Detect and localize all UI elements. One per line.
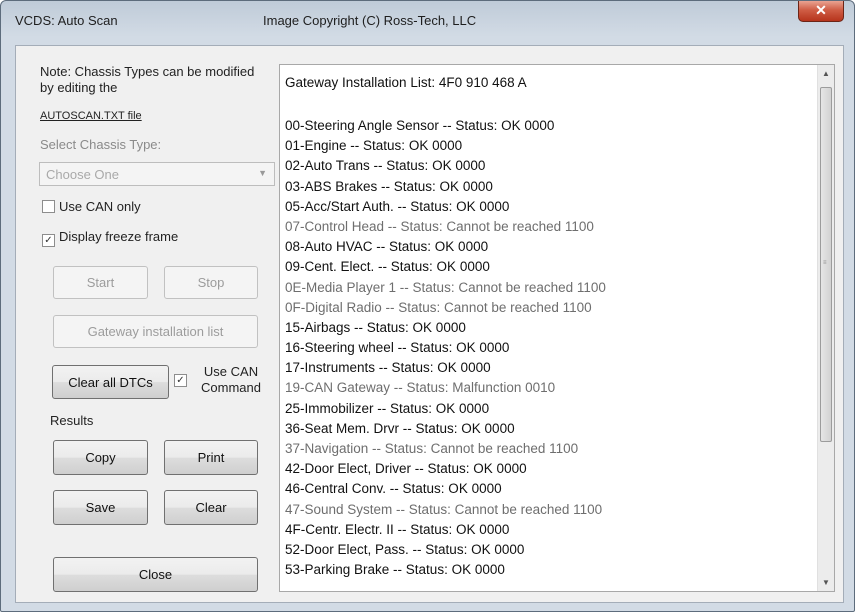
scroll-up-arrow-icon[interactable]: ▲ xyxy=(818,65,834,82)
close-button[interactable]: Close xyxy=(53,557,258,592)
list-item[interactable]: 02-Auto Trans -- Status: OK 0000 xyxy=(285,158,815,178)
chassis-note: Note: Chassis Types can be modified by e… xyxy=(40,64,255,95)
list-item[interactable]: 01-Engine -- Status: OK 0000 xyxy=(285,138,815,158)
results-label: Results xyxy=(50,413,94,428)
list-item[interactable]: 25-Immobilizer -- Status: OK 0000 xyxy=(285,401,815,421)
list-item[interactable]: 03-ABS Brakes -- Status: OK 0000 xyxy=(285,179,815,199)
checkbox-box[interactable] xyxy=(42,200,55,213)
dialog-client-area: Note: Chassis Types can be modified by e… xyxy=(15,45,844,603)
list-item[interactable]: 4F-Centr. Electr. II -- Status: OK 0000 xyxy=(285,522,815,542)
clear-dtcs-label: Clear all DTCs xyxy=(68,374,153,390)
stop-button[interactable]: Stop xyxy=(164,266,258,299)
print-button[interactable]: Print xyxy=(164,440,258,475)
list-item[interactable]: 46-Central Conv. -- Status: OK 0000 xyxy=(285,481,815,501)
clear-button-label: Clear xyxy=(195,500,227,515)
gateway-installation-header: Gateway Installation List: 4F0 910 468 A xyxy=(285,75,527,90)
left-control-panel: Note: Chassis Types can be modified by e… xyxy=(16,46,275,602)
list-item[interactable]: 53-Parking Brake -- Status: OK 0000 xyxy=(285,562,815,582)
scan-results-listbox[interactable]: Gateway Installation List: 4F0 910 468 A… xyxy=(279,64,835,592)
select-chassis-label: Select Chassis Type: xyxy=(40,137,162,152)
print-button-label: Print xyxy=(197,450,225,465)
use-can-only-checkbox[interactable]: Use CAN only xyxy=(42,199,141,214)
list-item[interactable]: 36-Seat Mem. Drvr -- Status: OK 0000 xyxy=(285,421,815,441)
list-item[interactable]: 0F-Digital Radio -- Status: Cannot be re… xyxy=(285,300,815,320)
copy-button[interactable]: Copy xyxy=(53,440,148,475)
list-item[interactable]: 08-Auto HVAC -- Status: OK 0000 xyxy=(285,239,815,259)
save-button[interactable]: Save xyxy=(53,490,148,525)
list-item[interactable]: 17-Instruments -- Status: OK 0000 xyxy=(285,360,815,380)
grip-icon: ≡ xyxy=(823,260,827,266)
window-close-button[interactable]: ✕ xyxy=(798,1,844,22)
list-item[interactable]: 09-Cent. Elect. -- Status: OK 0000 xyxy=(285,259,815,279)
start-button-label: Start xyxy=(86,275,115,290)
autoscan-file-link[interactable]: AUTOSCAN.TXT file xyxy=(40,110,142,122)
list-item[interactable]: 0E-Media Player 1 -- Status: Cannot be r… xyxy=(285,280,815,300)
gateway-button-label: Gateway installation list xyxy=(87,324,224,339)
list-item[interactable]: 16-Steering wheel -- Status: OK 0000 xyxy=(285,340,815,360)
use-can-only-label: Use CAN only xyxy=(59,199,141,214)
display-freeze-frame-checkbox[interactable]: ✓ Display freeze frame xyxy=(42,229,178,247)
title-bar[interactable]: VCDS: Auto Scan Image Copyright (C) Ross… xyxy=(1,1,854,43)
list-item[interactable]: 42-Door Elect, Driver -- Status: OK 0000 xyxy=(285,461,815,481)
stop-button-label: Stop xyxy=(197,275,225,290)
display-freeze-frame-label: Display freeze frame xyxy=(59,229,179,244)
chevron-down-icon: ▼ xyxy=(258,168,267,178)
close-button-label: Close xyxy=(138,567,173,582)
vertical-scrollbar[interactable]: ▲ ≡ ▼ xyxy=(817,65,834,591)
clear-button[interactable]: Clear xyxy=(164,490,258,525)
copyright-text: Image Copyright (C) Ross-Tech, LLC xyxy=(263,13,477,28)
list-item[interactable]: 19-CAN Gateway -- Status: Malfunction 00… xyxy=(285,380,815,400)
clear-all-dtcs-button[interactable]: Clear all DTCs xyxy=(52,365,169,399)
autoscan-window: VCDS: Auto Scan Image Copyright (C) Ross… xyxy=(0,0,855,612)
list-item[interactable]: 37-Navigation -- Status: Cannot be reach… xyxy=(285,441,815,461)
copy-button-label: Copy xyxy=(85,450,116,465)
controller-status-list: 00-Steering Angle Sensor -- Status: OK 0… xyxy=(285,118,815,582)
scroll-down-arrow-icon[interactable]: ▼ xyxy=(818,574,834,591)
gateway-installation-list-button[interactable]: Gateway installation list xyxy=(53,315,258,348)
close-icon: ✕ xyxy=(815,2,827,18)
save-button-label: Save xyxy=(85,500,116,515)
checkmark-icon[interactable]: ✓ xyxy=(174,374,187,387)
list-item[interactable]: 47-Sound System -- Status: Cannot be rea… xyxy=(285,502,815,522)
use-can-command-label: Use CAN Command xyxy=(201,364,261,395)
scroll-thumb[interactable]: ≡ xyxy=(820,87,832,442)
checkmark-icon[interactable]: ✓ xyxy=(42,234,55,247)
start-button[interactable]: Start xyxy=(53,266,148,299)
list-item[interactable]: 00-Steering Angle Sensor -- Status: OK 0… xyxy=(285,118,815,138)
list-item[interactable]: 15-Airbags -- Status: OK 0000 xyxy=(285,320,815,340)
list-item[interactable]: 07-Control Head -- Status: Cannot be rea… xyxy=(285,219,815,239)
window-title: VCDS: Auto Scan xyxy=(15,13,118,28)
chassis-select-value: Choose One xyxy=(46,167,119,182)
list-item[interactable]: 05-Acc/Start Auth. -- Status: OK 0000 xyxy=(285,199,815,219)
list-item[interactable]: 52-Door Elect, Pass. -- Status: OK 0000 xyxy=(285,542,815,562)
chassis-type-select[interactable]: Choose One ▼ xyxy=(39,162,275,186)
